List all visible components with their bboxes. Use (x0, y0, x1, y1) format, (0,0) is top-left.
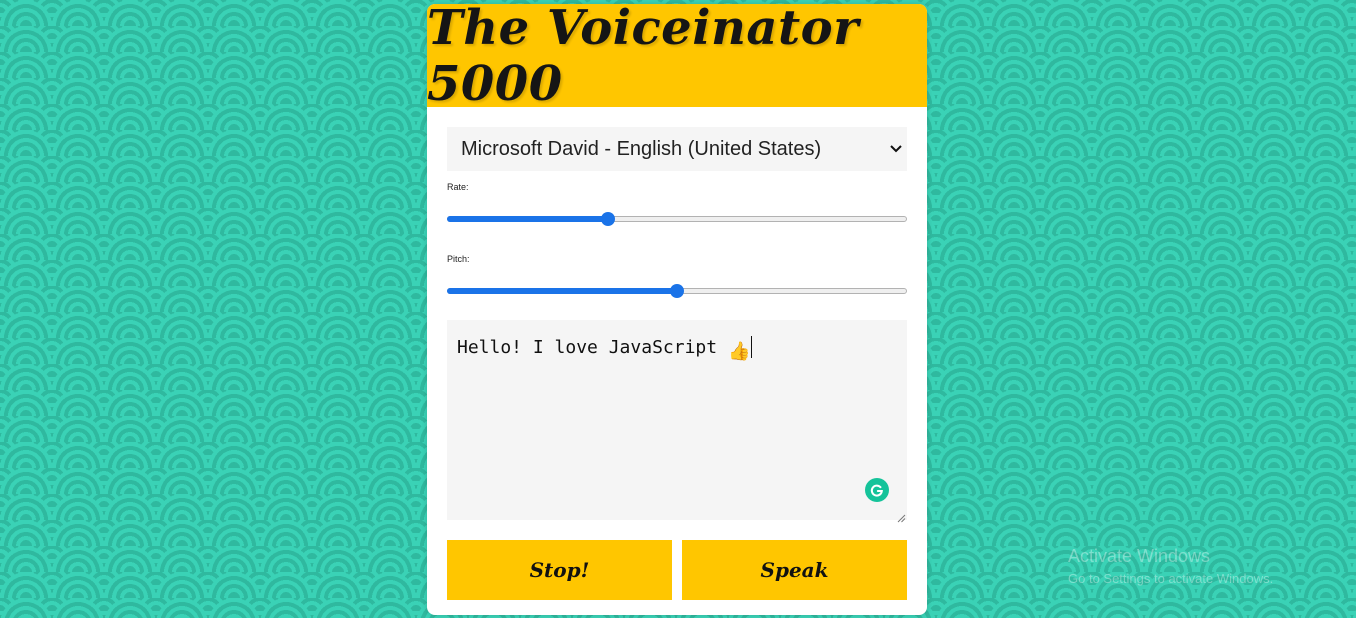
header-bar: The Voiceinator 5000 (427, 4, 927, 112)
pitch-slider-thumb[interactable] (670, 284, 684, 298)
speak-button[interactable]: Speak (682, 540, 907, 600)
watermark-subtitle: Go to Settings to activate Windows. (1068, 571, 1274, 586)
pitch-slider-fill (447, 288, 677, 294)
voice-select-value: Microsoft David - English (United States… (461, 137, 822, 160)
app-title: The Voiceinator 5000 (427, 4, 859, 112)
rate-label: Rate: (447, 182, 469, 192)
resize-grip-icon[interactable] (897, 510, 906, 523)
controls-area: Microsoft David - English (United States… (427, 107, 927, 600)
rate-slider-thumb[interactable] (601, 212, 615, 226)
message-textarea[interactable]: Hello! I love JavaScript 👍 (447, 320, 907, 523)
rate-slider-fill (447, 216, 608, 222)
pitch-label: Pitch: (447, 254, 470, 264)
text-caret (751, 336, 753, 358)
rate-slider[interactable] (447, 212, 907, 228)
thumbs-up-emoji: 👍 (727, 341, 751, 362)
chevron-down-icon (889, 142, 903, 156)
activate-windows-watermark: Activate Windows Go to Settings to activ… (1068, 546, 1273, 586)
voiceinator-panel: The Voiceinator 5000 Microsoft David - E… (427, 4, 927, 615)
message-content: Hello! I love JavaScript (457, 337, 728, 358)
message-text: Hello! I love JavaScript 👍 (457, 336, 753, 362)
pitch-slider[interactable] (447, 284, 907, 300)
watermark-title: Activate Windows (1068, 546, 1211, 566)
button-row: Stop! Speak (447, 540, 907, 600)
stop-button[interactable]: Stop! (447, 540, 672, 600)
grammarly-icon[interactable] (865, 478, 889, 502)
voice-select[interactable]: Microsoft David - English (United States… (447, 127, 907, 171)
